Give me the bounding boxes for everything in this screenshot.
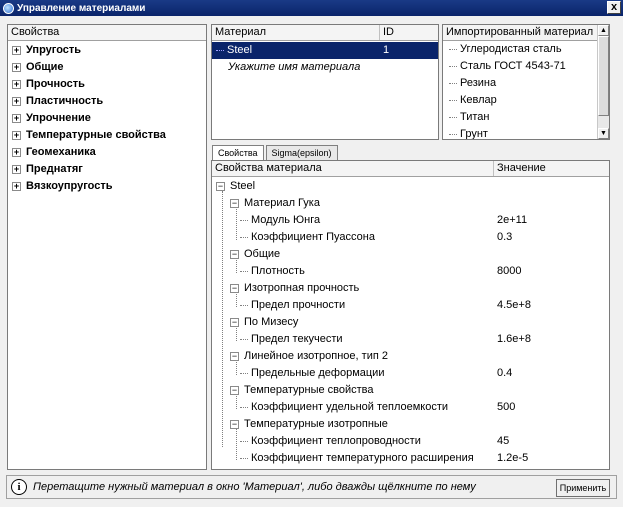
expand-icon[interactable]: + [12, 46, 21, 55]
tree-item-viscoelasticity[interactable]: + Вязкоупругость [8, 178, 206, 195]
prop-row-steel[interactable]: − Steel [212, 178, 609, 195]
prop-row-group[interactable]: − Температурные изотропные [212, 416, 609, 433]
collapse-icon[interactable]: − [230, 250, 239, 259]
prop-row[interactable]: Предел текучести 1.6e+8 [212, 331, 609, 348]
imported-item[interactable]: Углеродистая сталь [443, 41, 597, 58]
expand-icon[interactable]: + [12, 80, 21, 89]
material-row-steel[interactable]: Steel 1 [212, 42, 438, 59]
expand-icon[interactable]: + [12, 182, 21, 191]
property-table: Свойства материала Значение − Steel − Мате… [211, 160, 610, 470]
imported-scrollbar[interactable]: ▲ ▼ [597, 25, 609, 139]
tree-item-geomechanics[interactable]: + Геомеханика [8, 144, 206, 161]
collapse-icon[interactable]: − [230, 420, 239, 429]
prop-row-group[interactable]: − Общие [212, 246, 609, 263]
imported-item[interactable]: Титан [443, 109, 597, 126]
column-material[interactable]: Материал [212, 25, 380, 40]
new-material-placeholder[interactable]: Укажите имя материала [212, 59, 438, 76]
prop-row-group[interactable]: − Материал Гука [212, 195, 609, 212]
expand-icon[interactable]: + [12, 114, 21, 123]
scroll-up-icon[interactable]: ▲ [598, 25, 609, 36]
tab-properties[interactable]: Свойства [212, 145, 264, 160]
properties-header-label: Свойства [11, 26, 60, 38]
properties-header: Свойства [8, 25, 206, 41]
column-id[interactable]: ID [380, 25, 438, 40]
prop-row[interactable]: Коэффициент теплопроводности 45 [212, 433, 609, 450]
imported-item[interactable]: Грунт [443, 126, 597, 139]
scroll-thumb[interactable] [598, 36, 609, 116]
collapse-icon[interactable]: − [216, 182, 225, 191]
collapse-icon[interactable]: − [230, 386, 239, 395]
prop-row[interactable]: Модуль Юнга 2e+11 [212, 212, 609, 229]
tree-item-hardening[interactable]: + Упрочнение [8, 110, 206, 127]
tree-item-plasticity[interactable]: + Пластичность [8, 93, 206, 110]
title-bar: Управление материалами x [0, 0, 623, 16]
prop-row[interactable]: Коэффициент Пуассона 0.3 [212, 229, 609, 246]
tree-item-strength[interactable]: + Прочность [8, 76, 206, 93]
expand-icon[interactable]: + [12, 97, 21, 106]
prop-row[interactable]: Предельные деформации 0.4 [212, 365, 609, 382]
tab-sigma-epsilon[interactable]: Sigma(epsilon) [265, 145, 338, 160]
prop-row[interactable]: Плотность 8000 [212, 263, 609, 280]
materials-panel: Материал ID Steel 1 Укажите имя материал… [211, 24, 439, 140]
column-imported: Импортированный материал [446, 26, 594, 38]
scroll-down-icon[interactable]: ▼ [598, 128, 609, 139]
imported-header: Импортированный материал [443, 25, 609, 41]
prop-row[interactable]: Коэффициент удельной теплоемкости 500 [212, 399, 609, 416]
app-icon [3, 2, 14, 14]
tab-strip: Свойства Sigma(epsilon) [212, 145, 340, 160]
status-bar: i Перетащите нужный материал в окно 'Мат… [6, 475, 617, 499]
prop-row-group[interactable]: − Линейное изотропное, тип 2 [212, 348, 609, 365]
column-property-name[interactable]: Свойства материала [212, 161, 494, 176]
expand-icon[interactable]: + [12, 148, 21, 157]
expand-icon[interactable]: + [12, 131, 21, 140]
prop-row-group[interactable]: − Температурные свойства [212, 382, 609, 399]
expand-icon[interactable]: + [12, 165, 21, 174]
apply-button[interactable]: Применить [556, 479, 610, 497]
prop-row-group[interactable]: − По Мизесу [212, 314, 609, 331]
imported-panel: Импортированный материал Углеродистая ст… [442, 24, 610, 140]
collapse-icon[interactable]: − [230, 318, 239, 327]
status-text: Перетащите нужный материал в окно 'Матер… [33, 481, 476, 493]
tree-item-thermal[interactable]: + Температурные свойства [8, 127, 206, 144]
tree-item-prestress[interactable]: + Преднатяг [8, 161, 206, 178]
materials-header: Материал ID [212, 25, 438, 41]
window-title: Управление материалами [17, 2, 146, 14]
column-property-value[interactable]: Значение [494, 161, 609, 176]
property-table-header: Свойства материала Значение [212, 161, 609, 177]
properties-panel: Свойства + Упругость + Общие + Прочность + П… [7, 24, 207, 470]
imported-item[interactable]: Сталь ГОСТ 4543-71 [443, 58, 597, 75]
imported-item[interactable]: Резина [443, 75, 597, 92]
tree-item-general[interactable]: + Общие [8, 59, 206, 76]
collapse-icon[interactable]: − [230, 199, 239, 208]
collapse-icon[interactable]: − [230, 352, 239, 361]
close-button[interactable]: x [607, 1, 621, 14]
expand-icon[interactable]: + [12, 63, 21, 72]
prop-row-group[interactable]: − Изотропная прочность [212, 280, 609, 297]
imported-item[interactable]: Кевлар [443, 92, 597, 109]
info-icon: i [11, 479, 27, 495]
prop-row[interactable]: Коэффициент температурного расширения 1.2… [212, 450, 609, 467]
collapse-icon[interactable]: − [230, 284, 239, 293]
tree-item-elasticity[interactable]: + Упругость [8, 42, 206, 59]
prop-row[interactable]: Предел прочности 4.5e+8 [212, 297, 609, 314]
